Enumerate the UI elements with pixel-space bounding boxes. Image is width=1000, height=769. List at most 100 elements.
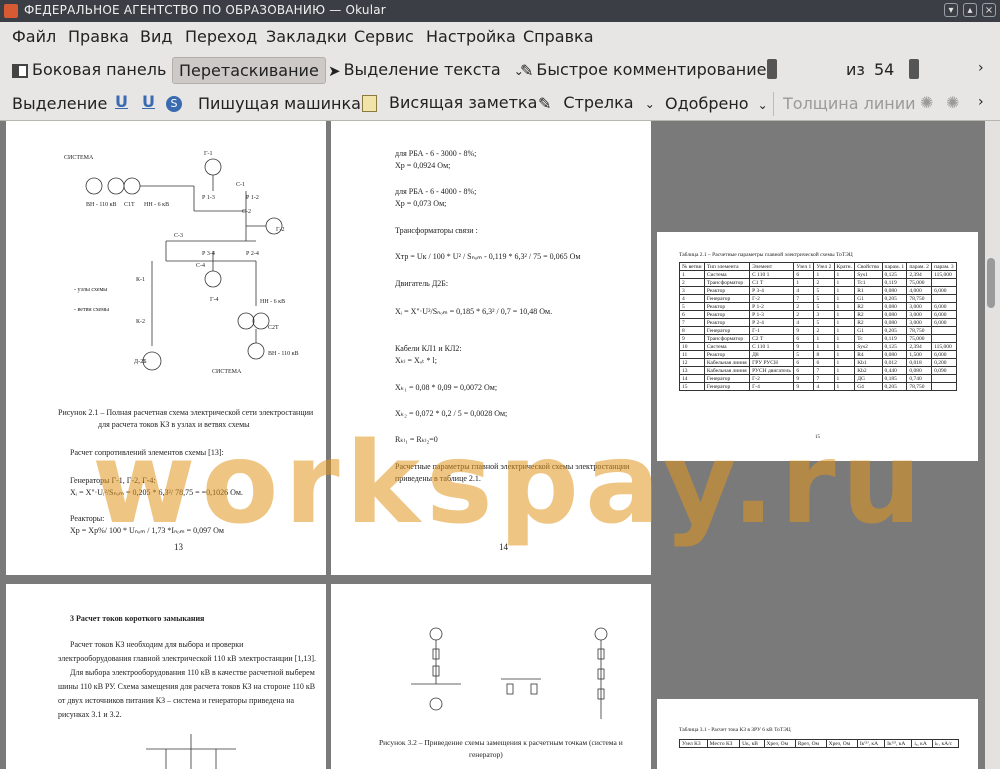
table-cell: 10 <box>679 342 705 351</box>
table-cell <box>931 382 957 391</box>
table-cell: Р 2-4 <box>749 318 795 327</box>
legend-node-label: - узлы схемы <box>74 287 107 293</box>
arrow-label: Стрелка <box>563 93 634 112</box>
table-cell <box>931 326 957 335</box>
table-cell <box>931 334 957 343</box>
close-icon[interactable]: × <box>982 3 996 17</box>
okular-app-icon <box>4 4 18 18</box>
schema-label: С2Т <box>268 325 279 331</box>
page-text: рисунках 3.1 и 3.2. <box>58 710 122 719</box>
note-button[interactable]: Висящая заметка <box>362 93 537 112</box>
schema-label: С-4 <box>196 263 205 269</box>
table-row: 7 Реактор Р 2-4 4 5 1 R2 0,080 3,000 6,000 <box>679 318 957 327</box>
color-icon[interactable]: ✺ <box>920 93 933 112</box>
maximize-icon[interactable]: ▴ <box>963 3 977 17</box>
menu-file[interactable]: Файл <box>12 27 56 46</box>
menu-settings[interactable]: Настройка <box>426 27 516 46</box>
chevron-down-icon[interactable]: ⌄ <box>758 98 768 112</box>
table-caption: Таблица 2.1 – Расчетные параметры главно… <box>679 252 853 258</box>
table-cell: 78,750 <box>906 382 933 391</box>
note-label: Висящая заметка <box>389 93 538 112</box>
toolbar-overflow-icon[interactable]: › <box>978 60 984 76</box>
strikeout-icon[interactable]: S <box>166 93 182 112</box>
browse-tool-button[interactable]: Перетаскивание <box>172 57 326 84</box>
table-cell: 3,000 <box>906 318 933 327</box>
table-cell: 1 <box>833 302 856 311</box>
chevron-down-icon[interactable]: ⌄ <box>645 97 655 111</box>
table-cell: Г-4 <box>749 382 795 391</box>
page-15: Таблица 2.1 – Расчетные параметры главно… <box>657 232 978 461</box>
table-cell: 6 <box>793 270 815 279</box>
page-text: Двигатель Д2Б: <box>395 279 449 288</box>
table-cell: Генератор <box>703 326 751 335</box>
menu-edit[interactable]: Правка <box>68 27 129 46</box>
schema-label: ВН - 110 кВ <box>268 351 299 357</box>
underline-icon[interactable]: U <box>115 92 128 111</box>
table-header-cell: Элемент <box>749 262 795 271</box>
minimize-icon[interactable]: ▾ <box>944 3 958 17</box>
menu-go[interactable]: Переход <box>185 27 257 46</box>
menu-view[interactable]: Вид <box>140 27 172 46</box>
page-text: для РБА - 6 - 4000 - 8%; <box>395 187 477 196</box>
page-text: Кабели КЛ1 и КЛ2: <box>395 344 462 353</box>
page-16: 3 Расчет токов короткого замыкания Расче… <box>6 584 326 769</box>
table-cell: С 110 1 <box>749 270 795 279</box>
document-viewport[interactable]: СИСТЕМА ВН - 110 кВ С1Т НН - 6 кВ Г-1 С-… <box>0 121 985 769</box>
table-cell: РУСН двигатель <box>749 366 795 375</box>
arrow-button[interactable]: ✎ Стрелка ⌄ <box>538 93 655 113</box>
table-cell: Генератор <box>703 382 751 391</box>
table-cell: 3 <box>813 310 835 319</box>
sidebar-button[interactable]: Боковая панель <box>12 60 166 79</box>
table-cell: Реактор <box>703 286 751 295</box>
opacity-icon[interactable]: ✺ <box>946 93 959 112</box>
highlight-button[interactable]: Выделение <box>12 94 107 113</box>
table-cell: 75,000 <box>906 334 933 343</box>
menu-help[interactable]: Справка <box>523 27 594 46</box>
menu-bookmarks[interactable]: Закладки <box>266 27 347 46</box>
table-header-cell: парам. 1 <box>881 262 908 271</box>
table-cell: Kb2 <box>854 366 883 375</box>
table-cell: 12 <box>679 358 705 367</box>
squiggle-icon[interactable]: U <box>142 92 155 111</box>
scrollbar-thumb[interactable] <box>987 258 995 308</box>
table-cell: С1 Т <box>749 278 795 287</box>
schema-label: К-1 <box>136 277 145 283</box>
table-cell: 0,125 <box>881 342 908 351</box>
stamp-button[interactable]: Одобрено ⌄ <box>665 94 768 113</box>
next-page-button[interactable] <box>909 58 919 79</box>
page-text: Расчет сопротивлений элементов схемы [13… <box>70 448 224 457</box>
figure-caption: для расчета токов КЗ в узлах и ветвях сх… <box>98 420 250 429</box>
page-text: Xтр = Uк / 100 * U² / Sₙₒₘ - 0,119 * 6,3… <box>395 252 581 261</box>
table-cell: 6,000 <box>931 318 957 327</box>
menu-tools[interactable]: Сервис <box>354 27 414 46</box>
table-cell: 1 <box>813 342 835 351</box>
table-cell: 5 <box>813 294 835 303</box>
table-cell: 2 <box>793 302 815 311</box>
schema-label: С1Т <box>124 202 135 208</box>
table-header-cell: Узел КЗ <box>679 739 708 748</box>
page-number: 13 <box>174 542 183 552</box>
table-header-cell: Iк⁽²⁾, кА <box>884 739 913 748</box>
table-cell: 78,750 <box>906 294 933 303</box>
table-cell: 0,205 <box>881 326 908 335</box>
table-cell: 0,125 <box>881 270 908 279</box>
typewriter-button[interactable]: Пишущая машинка <box>198 94 361 113</box>
table-cell: 6,000 <box>931 310 957 319</box>
table-cell: Г-2 <box>749 374 795 383</box>
quick-annotations-button[interactable]: ✎ Быстрое комментирование <box>520 60 767 80</box>
page-text: шины 110 кВ РУ. Схема замещения для расч… <box>58 682 316 691</box>
table-cell: Кабельная линия <box>703 358 751 367</box>
table-cell: R2 <box>854 318 883 327</box>
line-width-button[interactable]: Толщина линии <box>783 94 916 113</box>
table-header-cell: парам. 3 <box>931 262 957 271</box>
text-selection-button[interactable]: ➤ Выделение текста ⌄ <box>328 60 524 80</box>
table-cell: 0,080 <box>906 366 933 375</box>
toolbar-overflow-icon[interactable]: › <box>978 94 984 110</box>
previous-page-button[interactable] <box>767 58 777 79</box>
title-bar: ФЕДЕРАЛЬНОЕ АГЕНТСТВО ПО ОБРАЗОВАНИЮ — O… <box>0 0 1000 22</box>
table-row: 1 Система С 110 1 6 1 1 Sys1 0,125 2,394 115,000 <box>679 270 957 279</box>
table-cell: 1 <box>833 310 856 319</box>
table-row: 10 Система С 110 1 9 1 1 Sys2 0,125 2,394 115,000 <box>679 342 957 351</box>
vertical-scrollbar[interactable] <box>985 121 1000 769</box>
schema-label: К-2 <box>136 319 145 325</box>
